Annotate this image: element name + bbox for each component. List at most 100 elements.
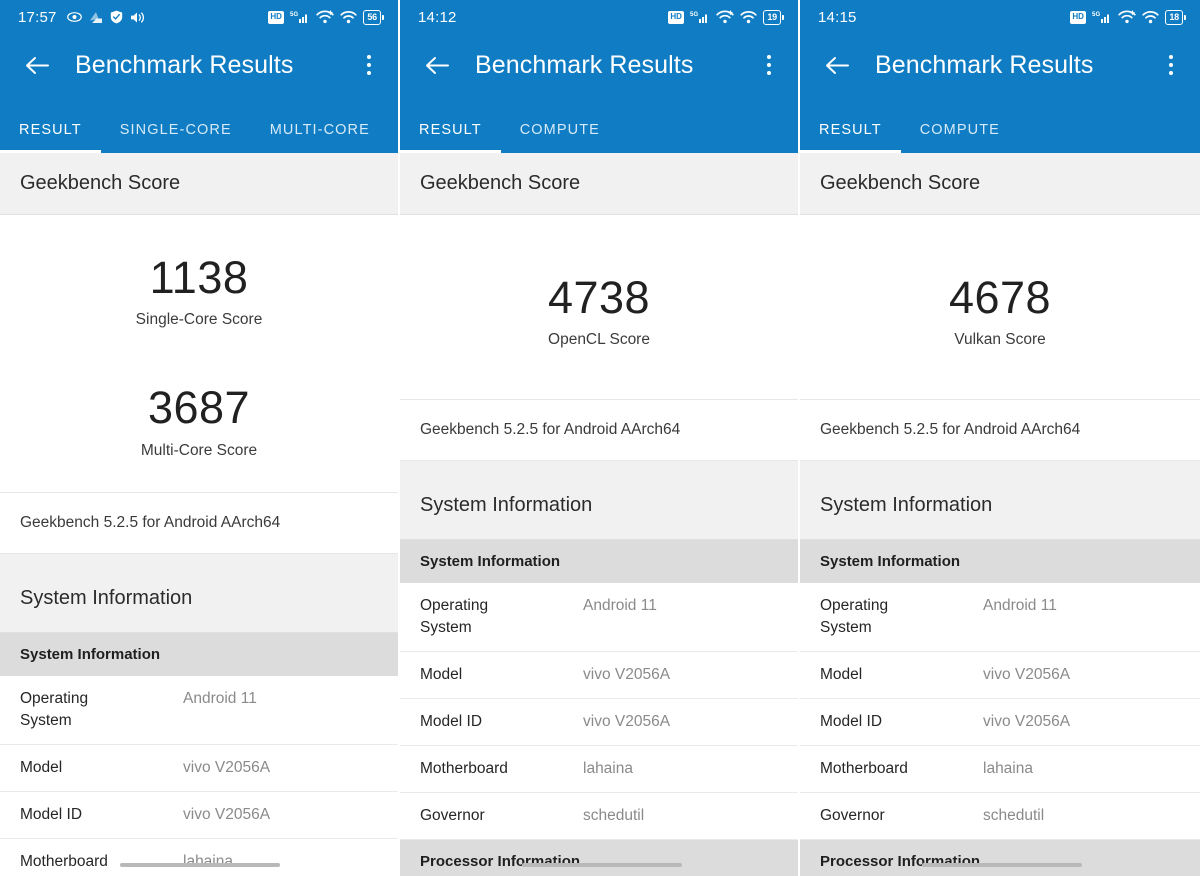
overflow-menu-icon[interactable] [756, 48, 782, 82]
row-key: Governor [420, 807, 485, 825]
signal-5g-icon: 5G [690, 12, 708, 23]
scroll-indicator[interactable] [120, 863, 280, 867]
score-opencl: 4738 OpenCL Score [400, 259, 798, 355]
version-row: Geekbench 5.2.5 for Android AArch64 [0, 492, 398, 554]
row-key: Model [820, 666, 863, 684]
row-value: vivo V2056A [583, 666, 671, 684]
phone-screenshot-1: 17:57 HD 5G 56 Benchmark Results RESULT … [0, 0, 398, 876]
back-arrow-icon [825, 56, 849, 74]
score-single-core: 1138 Single-Core Score [0, 239, 398, 335]
page-title: Benchmark Results [875, 50, 1094, 79]
row-key: Model ID [420, 713, 483, 731]
back-button[interactable] [420, 48, 454, 82]
back-arrow-icon [425, 56, 449, 74]
back-button[interactable] [20, 48, 54, 82]
overflow-menu-icon[interactable] [1158, 48, 1184, 82]
table-row: Model vivo V2056A [400, 652, 798, 700]
overflow-menu-icon[interactable] [356, 48, 382, 82]
tab-result[interactable]: RESULT [0, 122, 101, 153]
status-bar: 14:15 HD 5G 18 [800, 0, 1200, 34]
row-value: schedutil [983, 807, 1045, 825]
hd-icon: HD [267, 10, 285, 24]
row-value: vivo V2056A [183, 805, 271, 823]
row-value: Android 11 [583, 597, 657, 615]
battery-icon: 19 [763, 9, 784, 25]
score-card: 1138 Single-Core Score 3687 Multi-Core S… [0, 215, 398, 493]
score-card: 4678 Vulkan Score [800, 215, 1200, 401]
table-row: Model ID vivo V2056A [800, 699, 1200, 747]
table-row: Model ID vivo V2056A [0, 791, 398, 839]
geekbench-score-heading: Geekbench Score [400, 153, 798, 215]
shield-icon [110, 10, 122, 24]
result-content[interactable]: Geekbench Score 4738 OpenCL Score Geekbe… [400, 153, 798, 876]
battery-tip [382, 14, 384, 20]
geekbench-score-heading: Geekbench Score [800, 153, 1200, 215]
screenshot-collage: 17:57 HD 5G 56 Benchmark Results RESULT … [0, 0, 1200, 876]
score-value: 4738 [547, 272, 651, 323]
row-value: lahaina [983, 760, 1033, 778]
version-row: Geekbench 5.2.5 for Android AArch64 [800, 400, 1200, 462]
row-value: vivo V2056A [983, 666, 1071, 684]
battery-level-label: 18 [1165, 9, 1183, 25]
row-key: Governor [820, 807, 885, 825]
row-key: Model ID [820, 713, 883, 731]
wifi-secondary-icon [740, 11, 758, 24]
row-value: Android 11 [983, 597, 1057, 615]
score-vulkan: 4678 Vulkan Score [800, 259, 1200, 355]
system-information-heading: System Information [400, 461, 798, 541]
tab-single-core[interactable]: SINGLE-CORE [101, 122, 251, 153]
row-key: Motherboard [20, 852, 108, 870]
title-row: Benchmark Results [0, 34, 398, 96]
battery-level-label: 19 [763, 9, 781, 25]
tab-compute[interactable]: COMPUTE [501, 122, 619, 153]
table-row: Model vivo V2056A [0, 744, 398, 792]
status-clock: 14:12 [418, 8, 457, 26]
location-icon [89, 11, 102, 23]
wifi-secondary-icon [1142, 11, 1160, 24]
scroll-indicator[interactable] [922, 863, 1082, 867]
wifi-primary-icon [716, 10, 735, 24]
row-value: lahaina [583, 760, 633, 778]
battery-tip [782, 14, 784, 20]
row-value: vivo V2056A [983, 713, 1071, 731]
score-value: 3687 [147, 382, 251, 434]
back-button[interactable] [820, 48, 854, 82]
tab-result[interactable]: RESULT [400, 122, 501, 153]
battery-icon: 18 [1165, 9, 1186, 25]
result-content[interactable]: Geekbench Score 4678 Vulkan Score Geekbe… [800, 153, 1200, 876]
score-value: 4678 [948, 272, 1052, 323]
tab-result[interactable]: RESULT [800, 122, 901, 153]
row-value: Android 11 [183, 689, 257, 707]
wifi-primary-icon [316, 10, 335, 24]
app-bar: 14:15 HD 5G 18 Benchmark Results RESULT … [800, 0, 1200, 153]
score-value: 1138 [149, 252, 249, 303]
row-key: Model [420, 666, 463, 684]
status-clock: 14:15 [818, 8, 857, 26]
status-clock: 17:57 [18, 8, 57, 26]
score-card: 4738 OpenCL Score [400, 215, 798, 401]
hd-icon: HD [1069, 10, 1087, 24]
result-content[interactable]: Geekbench Score 1138 Single-Core Score 3… [0, 153, 398, 876]
table-row: Model vivo V2056A [800, 652, 1200, 700]
row-key: Motherboard [420, 760, 508, 778]
scroll-indicator[interactable] [522, 863, 682, 867]
tab-bar: RESULT COMPUTE [400, 96, 798, 153]
eye-icon [66, 12, 82, 22]
status-bar: 14:12 HD 5G 19 [400, 0, 798, 34]
table-row: Governor schedutil [400, 793, 798, 841]
mute-icon [130, 11, 144, 23]
app-bar: 14:12 HD 5G 19 Benchmark Results RESULT … [400, 0, 798, 153]
battery-tip [1184, 14, 1186, 20]
table-row: Operating System Android 11 [800, 583, 1200, 653]
hd-icon: HD [667, 10, 685, 24]
battery-icon: 56 [363, 9, 384, 25]
subsection-system-information: System Information [400, 540, 798, 584]
signal-5g-icon: 5G [290, 12, 308, 23]
subsection-processor-information: Processor Information [800, 840, 1200, 876]
svg-text:5G: 5G [1092, 12, 1101, 18]
svg-text:5G: 5G [690, 12, 699, 18]
tab-multi-core[interactable]: MULTI-CORE [251, 122, 389, 153]
page-title: Benchmark Results [475, 50, 694, 79]
row-key: Operating System [820, 597, 889, 637]
tab-compute[interactable]: COMPUTE [901, 122, 1019, 153]
